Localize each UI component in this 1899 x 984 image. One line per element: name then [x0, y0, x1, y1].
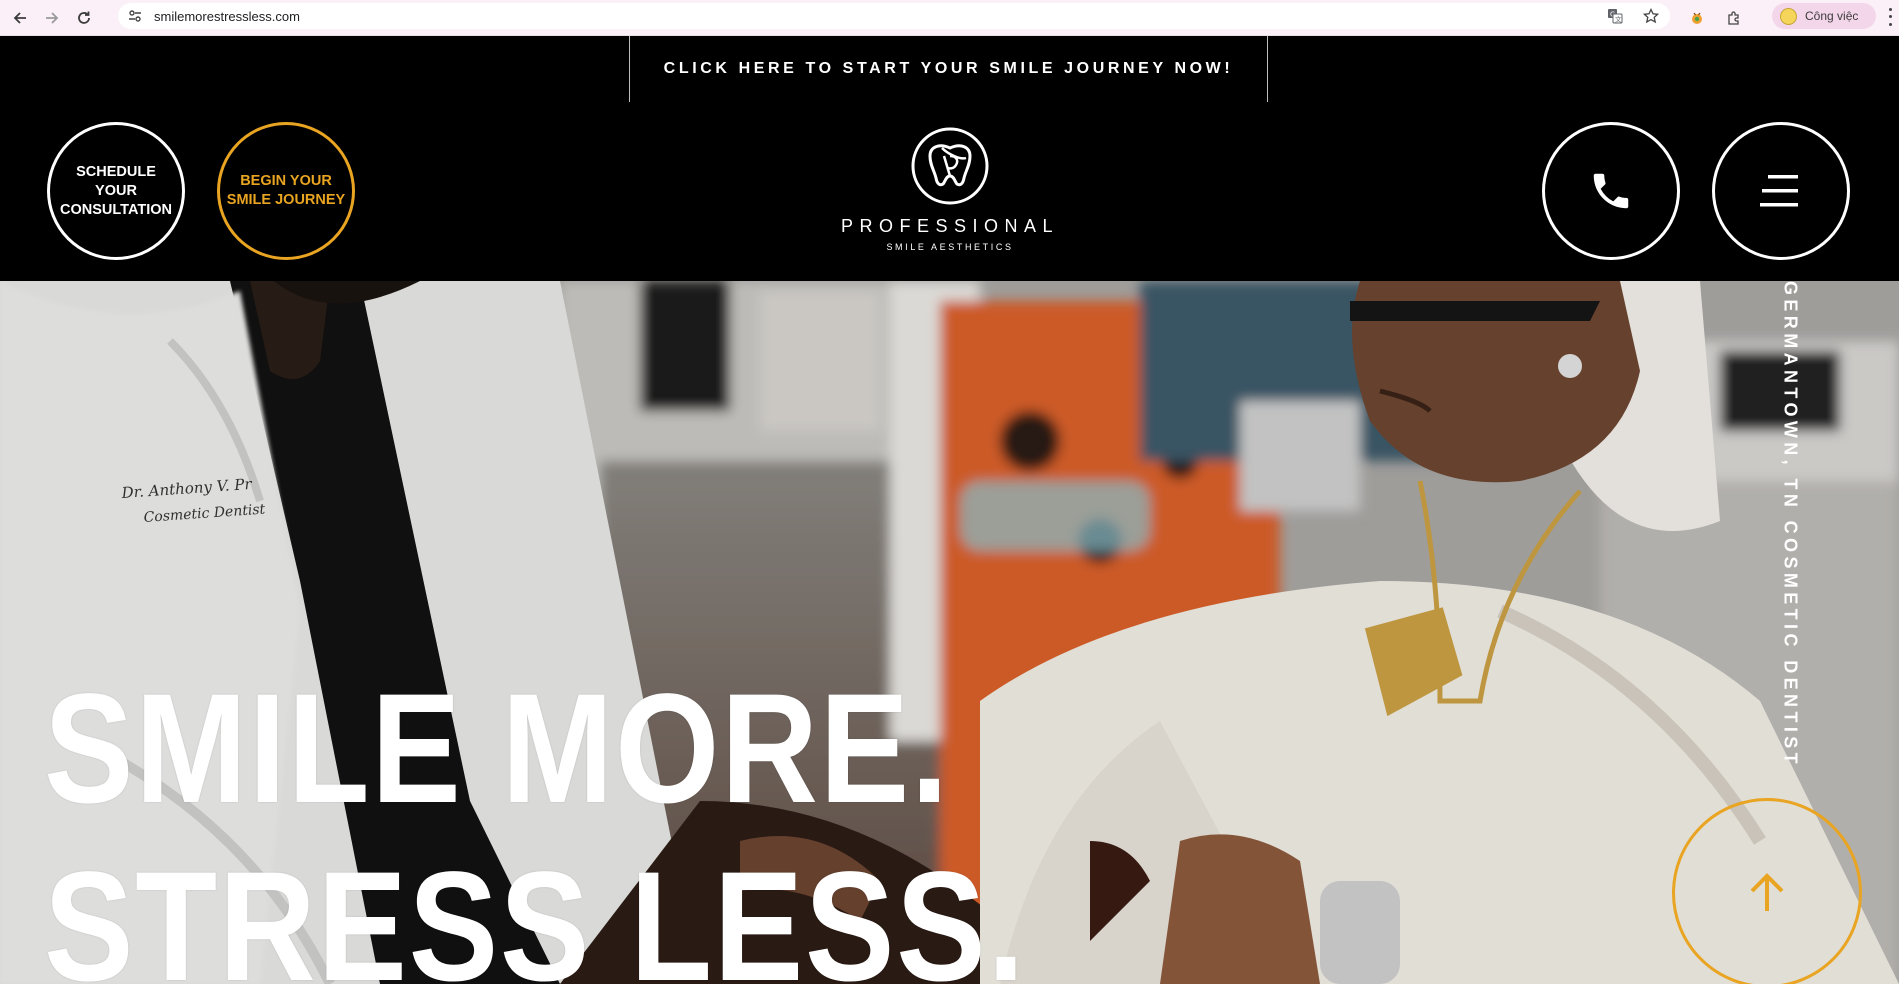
hero-headline-line1: SMILE MORE. — [44, 662, 950, 836]
site-logo[interactable]: PROFESSIONAL SMILE AESTHETICS — [830, 126, 1070, 256]
url-text: smilemorestressless.com — [154, 8, 300, 24]
schedule-consultation-button[interactable]: SCHEDULE YOUR CONSULTATION — [47, 122, 185, 260]
reload-icon[interactable] — [70, 4, 98, 32]
phone-icon — [1593, 173, 1629, 209]
profile-label: Công việc — [1805, 9, 1859, 23]
svg-text:文: 文 — [1615, 15, 1622, 24]
extension-bug-icon[interactable] — [1685, 6, 1709, 30]
phone-button[interactable] — [1542, 122, 1680, 260]
browser-menu-icon[interactable] — [1884, 6, 1896, 28]
begin-journey-button[interactable]: BEGIN YOUR SMILE JOURNEY — [217, 122, 355, 260]
cta-banner-link[interactable]: CLICK HERE TO START YOUR SMILE JOURNEY N… — [629, 36, 1268, 102]
tooth-logo-icon — [911, 127, 989, 205]
logo-subtitle: SMILE AESTHETICS — [886, 242, 1014, 252]
forward-icon[interactable] — [38, 4, 66, 32]
browser-toolbar: smilemorestressless.com G文 Công việc — [0, 0, 1899, 36]
back-icon[interactable] — [6, 4, 34, 32]
translate-icon[interactable]: G文 — [1604, 5, 1626, 27]
hamburger-menu-icon — [1760, 175, 1798, 207]
logo-title: PROFESSIONAL — [840, 216, 1060, 236]
profile-chip[interactable]: Công việc — [1772, 3, 1876, 29]
scroll-to-top-button[interactable] — [1672, 798, 1862, 984]
arrow-up-icon — [1750, 873, 1784, 911]
address-bar[interactable]: smilemorestressless.com G文 — [118, 3, 1670, 29]
site-header: CLICK HERE TO START YOUR SMILE JOURNEY N… — [0, 36, 1899, 281]
bookmark-star-icon[interactable] — [1640, 5, 1662, 27]
menu-button[interactable] — [1712, 122, 1850, 260]
hero-headline-line2: STRESS LESS. — [44, 840, 1027, 984]
avatar — [1780, 7, 1797, 25]
extensions-puzzle-icon[interactable] — [1722, 6, 1746, 30]
site-info-icon[interactable] — [126, 7, 144, 25]
hero-section: Dr. Anthony V. Pr Cosmetic Dentist SMILE… — [0, 281, 1899, 984]
location-tag: GERMANTOWN, TN COSMETIC DENTIST — [1780, 281, 1801, 769]
